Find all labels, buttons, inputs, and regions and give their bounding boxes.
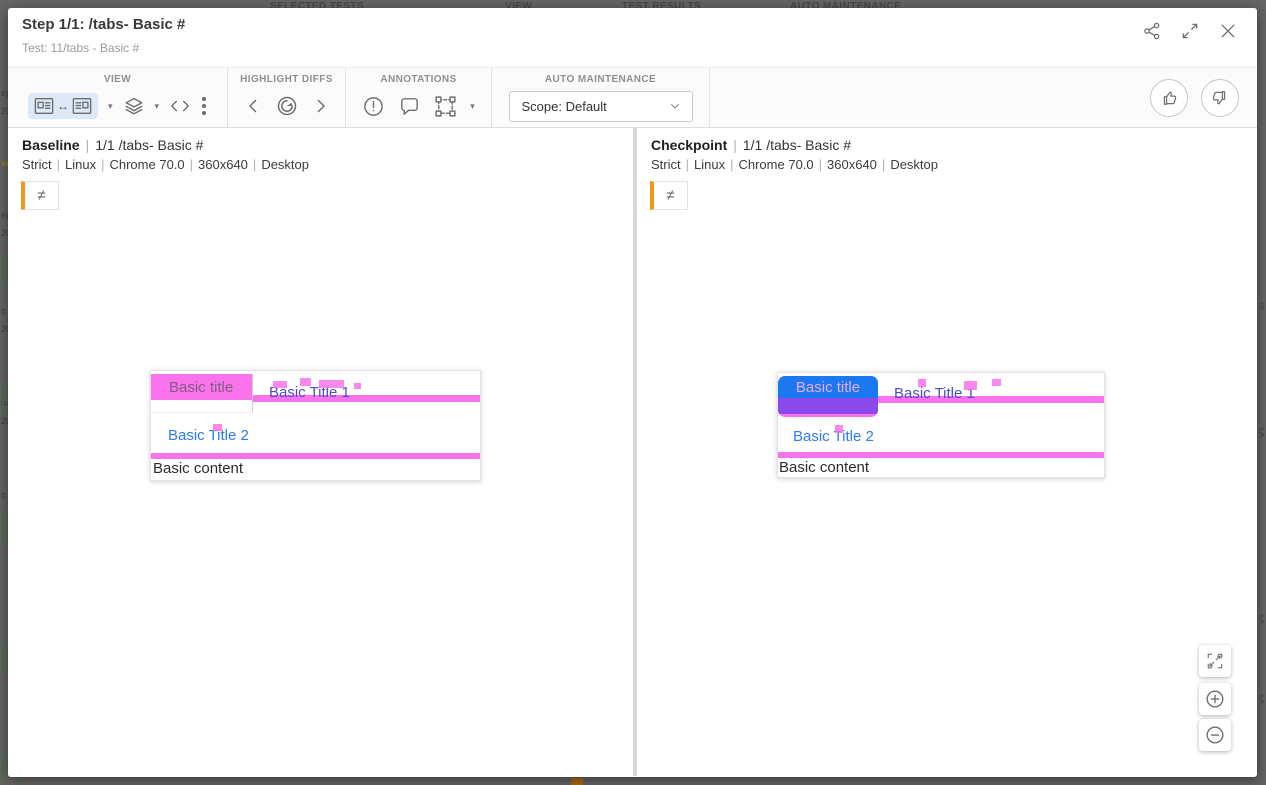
diff-status-badge[interactable]: ≠ (650, 181, 688, 210)
baseline-panel: Baseline|1/1 /tabs- Basic # Strict|Linux… (8, 128, 633, 776)
diff-highlight-region (778, 398, 878, 414)
diff-band (778, 452, 1104, 458)
diff-smudge (964, 381, 977, 390)
zoom-in-icon (1204, 688, 1226, 710)
share-button[interactable] (1139, 18, 1165, 44)
diff-smudge (918, 379, 926, 387)
fit-screen-button[interactable] (1199, 645, 1231, 677)
toolbar-section-annotations: ANNOTATIONS ▾ (346, 68, 492, 127)
baseline-headline: Baseline|1/1 /tabs- Basic # (22, 137, 203, 153)
diff-smudge (354, 383, 361, 389)
code-icon[interactable] (169, 97, 191, 115)
diff-band (778, 414, 878, 417)
baseline-environment: Strict|Linux|Chrome 70.0|360x640|Desktop (22, 157, 309, 172)
close-icon (1218, 21, 1238, 41)
active-tab-label: Basic title (778, 376, 878, 398)
close-button[interactable] (1215, 18, 1241, 44)
diff-smudge (992, 379, 1001, 386)
screenshot-active-tab: Basic title (151, 374, 253, 413)
toolbar: VIEW ↔ ▾ (8, 68, 1257, 128)
toolbar-section-highlight-diffs: HIGHLIGHT DIFFS (228, 68, 346, 127)
page-title: Step 1/1: /tabs- Basic # (22, 16, 185, 33)
diff-highlight-region: Basic title (151, 374, 252, 400)
scope-select-value: Scope: Default (522, 99, 668, 114)
screenshot-tab1-label: Basic Title 1 (894, 385, 975, 402)
toolbar-section-auto-maintenance: AUTO MAINTENANCE Scope: Default (492, 68, 710, 127)
share-icon (1142, 21, 1162, 41)
expand-icon (1180, 21, 1200, 41)
zoom-out-icon (1204, 724, 1226, 746)
view-mode-toggle[interactable]: ↔ (28, 93, 98, 119)
panel-name: Checkpoint (651, 137, 727, 153)
baseline-screenshot[interactable]: Basic title Basic Title 1 Basic Title 2 … (150, 370, 481, 481)
section-label: ANNOTATIONS (380, 74, 456, 85)
toolbar-section-view: VIEW ↔ ▾ (8, 68, 228, 127)
region-select-icon[interactable] (434, 95, 457, 118)
thumbs-up-button[interactable] (1150, 79, 1188, 117)
chevron-right-icon[interactable] (313, 97, 329, 115)
diff-status-badge[interactable]: ≠ (21, 181, 59, 210)
not-equal-icon: ≠ (666, 187, 674, 204)
caret-down-icon[interactable]: ▾ (108, 101, 113, 112)
comparison-area: Baseline|1/1 /tabs- Basic # Strict|Linux… (8, 128, 1257, 776)
background-text-fragment: c (1, 306, 6, 316)
vote-buttons (1150, 68, 1239, 128)
panel-meta: 1/1 /tabs- Basic # (95, 137, 203, 153)
thumbs-down-icon (1210, 88, 1230, 108)
background-text-fragment: c (1, 490, 6, 500)
diff-smudge (213, 424, 222, 431)
section-label: HIGHLIGHT DIFFS (240, 74, 333, 85)
swap-arrow: ↔ (57, 99, 69, 113)
checkpoint-panel: Checkpoint|1/1 /tabs- Basic # Strict|Lin… (637, 128, 1257, 776)
section-label: VIEW (104, 74, 131, 85)
screenshot-tab2-label: Basic Title 2 (168, 427, 249, 444)
alert-circle-icon[interactable] (362, 95, 385, 118)
background-glyph: ϛ (1259, 692, 1265, 704)
diff-smudge (835, 425, 843, 433)
checkpoint-headline: Checkpoint|1/1 /tabs- Basic # (651, 137, 851, 153)
step-detail-modal: Step 1/1: /tabs- Basic # Test: 11/tabs -… (8, 8, 1257, 777)
diff-smudge (319, 380, 344, 388)
screenshot-content-text: Basic content (153, 460, 243, 477)
zoom-in-button[interactable] (1199, 683, 1231, 715)
chevron-left-icon[interactable] (245, 97, 261, 115)
section-label: AUTO MAINTENANCE (545, 74, 656, 85)
diff-smudge (273, 381, 287, 388)
panel-name: Baseline (22, 137, 80, 153)
expand-button[interactable] (1177, 18, 1203, 44)
page-subtitle: Test: 11/tabs - Basic # (22, 41, 139, 55)
checkpoint-panel-icon (71, 96, 93, 116)
checkpoint-screenshot[interactable]: Basic title Basic Title 1 Basic Title 2 … (777, 372, 1105, 478)
checkpoint-environment: Strict|Linux|Chrome 70.0|360x640|Desktop (651, 157, 938, 172)
kebab-menu-icon[interactable] (201, 96, 207, 116)
header-actions (1139, 18, 1241, 44)
comment-icon[interactable] (398, 95, 421, 118)
background-accent-chip (571, 778, 583, 785)
background-glyph: ϛ (1259, 612, 1265, 624)
panel-meta: 1/1 /tabs- Basic # (743, 137, 851, 153)
thumbs-down-button[interactable] (1201, 79, 1239, 117)
background-glyph: s (1259, 300, 1265, 312)
caret-down-icon[interactable]: ▾ (470, 101, 475, 112)
diff-smudge (300, 378, 311, 386)
screenshot-content-text: Basic content (779, 459, 869, 476)
layers-icon[interactable] (123, 95, 145, 117)
fit-screen-icon (1206, 652, 1224, 670)
diff-band (151, 453, 480, 459)
scope-select[interactable]: Scope: Default (509, 91, 693, 122)
screenshot-tab2-label: Basic Title 2 (793, 428, 874, 445)
diff-cycle-icon[interactable] (275, 94, 299, 118)
zoom-out-button[interactable] (1199, 719, 1231, 751)
chevron-down-icon (668, 99, 682, 113)
not-equal-icon: ≠ (37, 187, 45, 204)
thumbs-up-icon (1159, 88, 1179, 108)
caret-down-icon[interactable]: ▾ (155, 101, 160, 112)
screenshot-active-tab: Basic title (778, 376, 878, 417)
background-glyph: ϛ (1259, 425, 1265, 437)
modal-header: Step 1/1: /tabs- Basic # Test: 11/tabs -… (8, 8, 1257, 68)
baseline-panel-icon (33, 96, 55, 116)
